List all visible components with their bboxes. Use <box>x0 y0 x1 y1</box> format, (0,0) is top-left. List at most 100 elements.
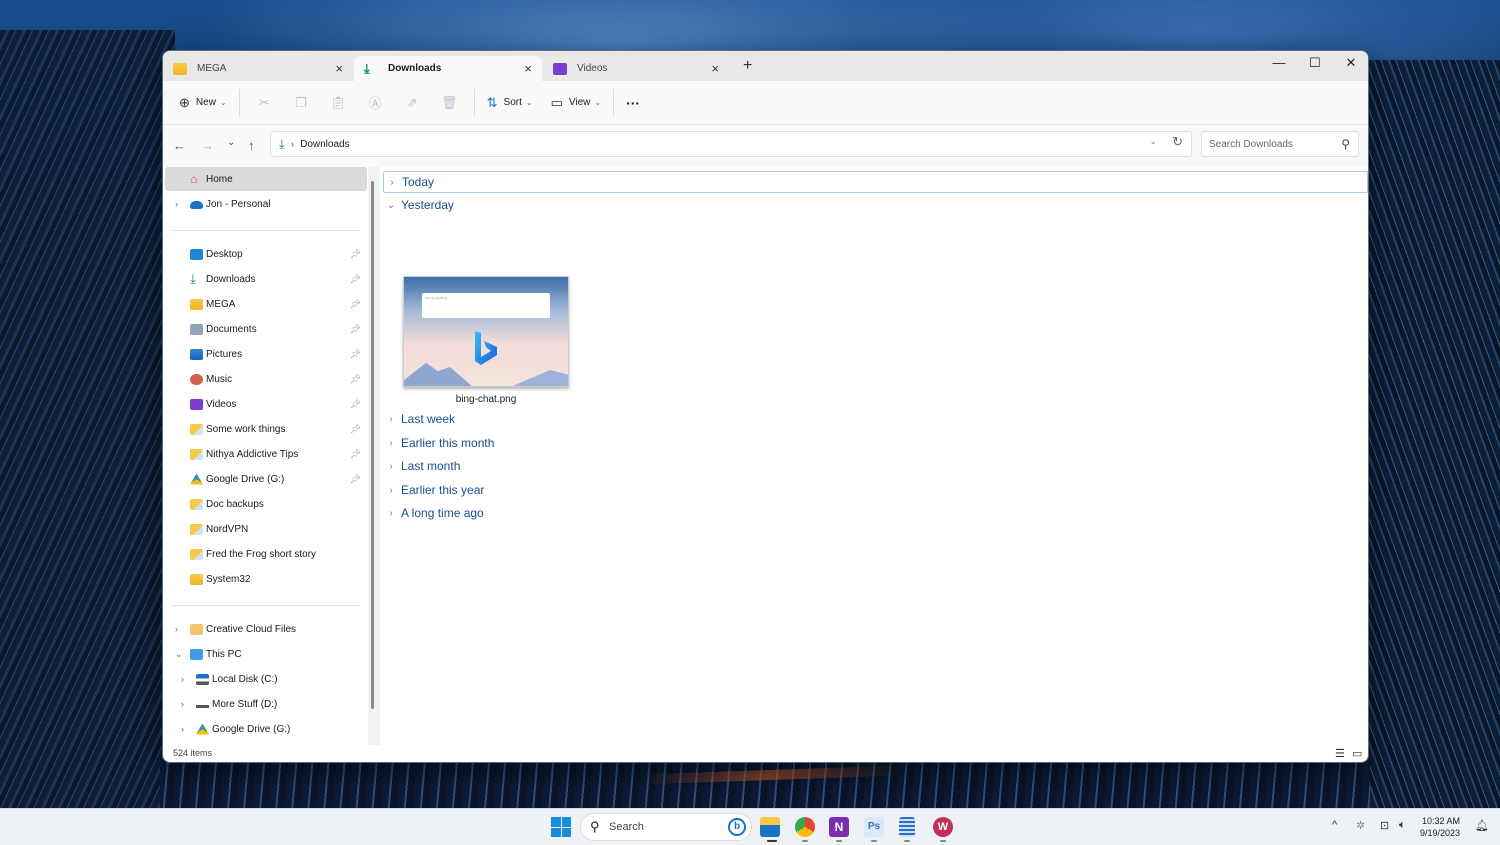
sort-button[interactable]: ⇅ Sort ⌄ <box>481 88 539 118</box>
tab-mega[interactable]: MEGA × <box>163 56 353 81</box>
chevron-right-icon[interactable]: › <box>181 674 184 684</box>
sidebar-item-home[interactable]: ⌂ Home <box>165 167 367 191</box>
more-options-button[interactable]: ··· <box>620 88 646 118</box>
sidebar-item-this-pc[interactable]: ⌄ This PC <box>165 642 367 666</box>
pin-icon[interactable]: 📌︎ <box>350 324 361 335</box>
group-label: Last week <box>401 412 456 426</box>
pin-icon[interactable]: 📌︎ <box>350 349 361 360</box>
chevron-right-icon[interactable]: › <box>181 699 184 709</box>
maximize-button[interactable]: ☐ <box>1297 55 1333 71</box>
recent-locations-button[interactable]: ⌄ <box>227 137 235 148</box>
sidebar-item-videos[interactable]: Videos 📌︎ <box>165 392 367 416</box>
show-hidden-icons-chevron[interactable]: ^ <box>1332 819 1337 831</box>
volume-icon[interactable]: 🔈︎ <box>1399 819 1406 832</box>
delete-icon[interactable]: 🗑︎ <box>431 95 468 111</box>
sidebar-item-downloads[interactable]: ⤓ Downloads 📌︎ <box>165 267 367 291</box>
taskbar: ⚲ Search b N Ps W ^ ✲ ⊡ 🔈︎ 10:32 AM 9/19… <box>0 808 1500 845</box>
cut-icon[interactable]: ✂ <box>246 95 283 111</box>
pin-icon[interactable]: 📌︎ <box>350 449 361 460</box>
tab-videos[interactable]: Videos × <box>543 56 729 81</box>
file-explorer-icon[interactable] <box>760 817 780 837</box>
pin-icon[interactable]: 📌︎ <box>350 374 361 385</box>
sidebar-item-local-disk-c[interactable]: › Local Disk (C:) <box>165 667 367 691</box>
view-button[interactable]: ▭ View ⌄ <box>545 88 608 118</box>
cloud-folder-icon <box>190 423 203 435</box>
tray-app-icon[interactable]: ✲ <box>1356 819 1365 832</box>
new-button[interactable]: ⊕ New ⌄ <box>173 88 233 118</box>
breadcrumb-downloads[interactable]: Downloads <box>300 139 349 150</box>
close-tab-icon[interactable]: × <box>711 61 719 76</box>
address-bar[interactable]: ⤓ › Downloads ⌄ ↻ <box>270 131 1192 157</box>
sidebar-item-nithya-addictive-tips[interactable]: Nithya Addictive Tips 📌︎ <box>165 442 367 466</box>
photoshop-icon[interactable]: Ps <box>864 817 884 837</box>
rename-icon[interactable]: Ⓐ <box>357 93 394 112</box>
sidebar-item-doc-backups[interactable]: Doc backups <box>165 492 367 516</box>
minimize-button[interactable]: — <box>1261 55 1297 70</box>
sidebar-item-pictures[interactable]: Pictures 📌︎ <box>165 342 367 366</box>
group-a-long-time-ago[interactable]: › A long time ago <box>383 502 483 524</box>
new-tab-button[interactable]: + <box>743 57 752 75</box>
chevron-down-icon[interactable]: ⌄ <box>175 649 183 660</box>
file-name[interactable]: bing-chat.png <box>403 394 569 405</box>
taskbar-search[interactable]: ⚲ Search b <box>580 813 752 841</box>
search-input[interactable]: Search Downloads ⚲ <box>1201 131 1359 157</box>
sidebar-item-music[interactable]: Music 📌︎ <box>165 367 367 391</box>
clock[interactable]: 10:32 AM 9/19/2023 <box>1420 815 1460 839</box>
chevron-right-icon[interactable]: › <box>175 624 178 634</box>
onenote-icon[interactable]: N <box>829 817 849 837</box>
forward-button[interactable]: → <box>201 138 214 153</box>
share-icon[interactable]: ⇗ <box>394 95 431 111</box>
up-button[interactable]: ↑ <box>248 138 255 153</box>
pin-icon[interactable]: 📌︎ <box>350 249 361 260</box>
pin-icon[interactable]: 📌︎ <box>350 424 361 435</box>
chrome-icon[interactable] <box>795 817 815 837</box>
sidebar-item-creative-cloud-files[interactable]: › Creative Cloud Files <box>165 617 367 641</box>
large-icons-view-button[interactable]: ▭ <box>1352 747 1362 760</box>
paste-icon[interactable]: 📋︎ <box>320 95 357 111</box>
start-icon[interactable] <box>551 817 571 837</box>
group-earlier-this-year[interactable]: › Earlier this year <box>383 479 484 501</box>
sidebar-item-onedrive[interactable]: › Jon - Personal <box>165 192 367 216</box>
sidebar-item-mega[interactable]: MEGA 📌︎ <box>165 292 367 316</box>
address-dropdown-icon[interactable]: ⌄ <box>1149 136 1157 147</box>
details-view-button[interactable]: ☰ <box>1335 747 1345 760</box>
sidebar-scrollbar-track[interactable] <box>368 167 380 745</box>
group-earlier-this-month[interactable]: › Earlier this month <box>383 432 494 454</box>
sidebar-item-nordvpn[interactable]: NordVPN <box>165 517 367 541</box>
tab-downloads[interactable]: ⤓ Downloads × <box>354 56 542 81</box>
file-thumbnail[interactable]: Ask me anything... <box>403 276 569 387</box>
chevron-right-icon[interactable]: › <box>181 724 184 734</box>
sidebar-item-google-drive-g[interactable]: › Google Drive (G:) <box>165 717 367 741</box>
sidebar-item-google-drive-g[interactable]: Google Drive (G:) 📌︎ <box>165 467 367 491</box>
close-button[interactable]: ✕ <box>1333 55 1368 71</box>
pin-icon[interactable]: 📌︎ <box>350 399 361 410</box>
pin-icon[interactable]: 📌︎ <box>350 299 361 310</box>
group-last-month[interactable]: › Last month <box>383 455 460 477</box>
sidebar-item-fred-the-frog-short-story[interactable]: Fred the Frog short story <box>165 542 367 566</box>
sidebar-item-more-stuff-d[interactable]: › More Stuff (D:) <box>165 692 367 716</box>
notepad-icon[interactable] <box>899 817 915 837</box>
pin-icon[interactable]: 📌︎ <box>350 474 361 485</box>
group-yesterday[interactable]: ⌄ Yesterday <box>383 194 454 216</box>
back-button[interactable]: ← <box>173 138 186 153</box>
sidebar-scrollbar-thumb[interactable] <box>371 181 374 709</box>
group-last-week[interactable]: › Last week <box>383 408 455 430</box>
refresh-icon[interactable]: ↻ <box>1172 134 1183 150</box>
sidebar-item-desktop[interactable]: Desktop 📌︎ <box>165 242 367 266</box>
sidebar-label: This PC <box>206 648 242 660</box>
sidebar-item-documents[interactable]: Documents 📌︎ <box>165 317 367 341</box>
close-tab-icon[interactable]: × <box>524 61 532 76</box>
chevron-right-icon[interactable]: › <box>175 199 178 209</box>
sidebar-label: Nithya Addictive Tips <box>206 448 299 460</box>
close-tab-icon[interactable]: × <box>335 61 343 76</box>
copy-icon[interactable]: ❐ <box>283 95 320 111</box>
sidebar-item-some-work-things[interactable]: Some work things 📌︎ <box>165 417 367 441</box>
bing-icon[interactable]: b <box>728 818 746 836</box>
network-icon[interactable]: ⊡ <box>1380 819 1389 832</box>
sidebar-item-system32[interactable]: System32 <box>165 567 367 591</box>
notifications-icon[interactable]: 🔔︎ <box>1475 819 1489 832</box>
divider <box>613 88 615 117</box>
pin-icon[interactable]: 📌︎ <box>350 274 361 285</box>
wps-icon[interactable]: W <box>933 817 953 837</box>
group-today[interactable]: › Today <box>383 171 1368 193</box>
